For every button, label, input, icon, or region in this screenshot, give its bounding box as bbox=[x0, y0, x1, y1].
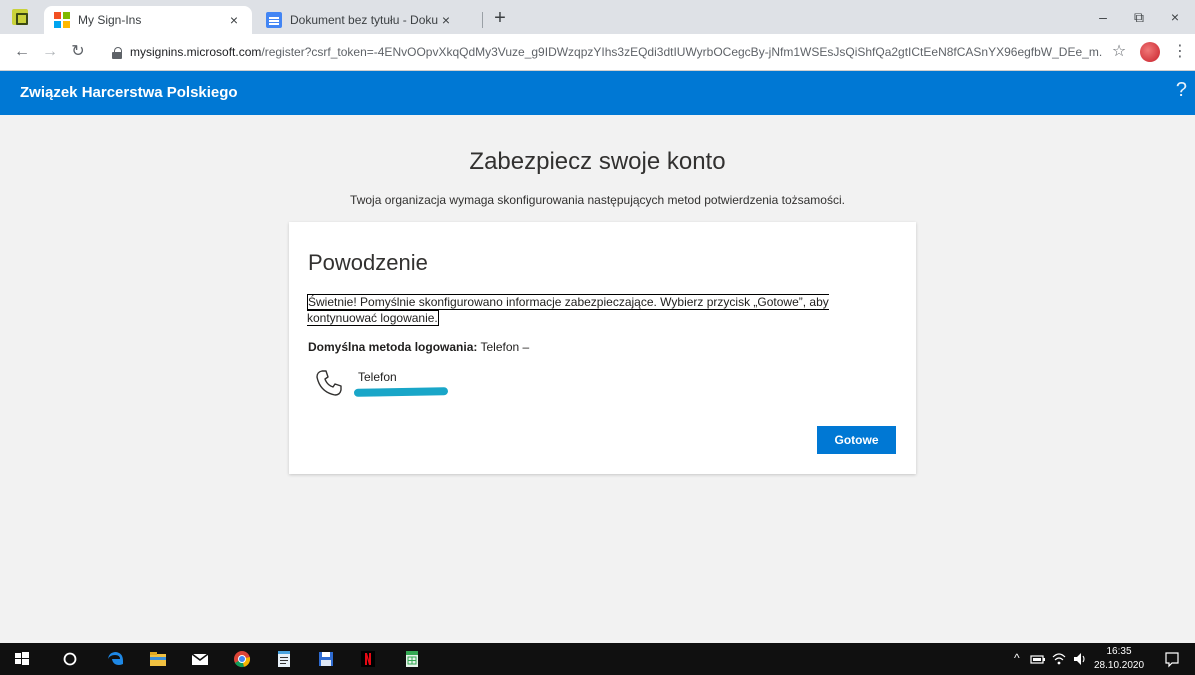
microsoft-logo-icon bbox=[54, 12, 70, 28]
save-disk-icon[interactable] bbox=[316, 649, 336, 669]
window-app-icon bbox=[12, 9, 28, 25]
page-subtitle: Twoja organizacja wymaga skonfigurowania… bbox=[350, 193, 845, 207]
chrome-icon[interactable] bbox=[232, 649, 252, 669]
edge-icon[interactable] bbox=[106, 649, 126, 669]
browser-toolbar: ← → ↻ mysignins.microsoft.com/register?c… bbox=[0, 34, 1195, 71]
volume-icon[interactable] bbox=[1072, 649, 1088, 669]
tab-close-icon[interactable]: × bbox=[438, 12, 454, 28]
file-explorer-icon[interactable] bbox=[148, 649, 168, 669]
netflix-icon[interactable] bbox=[358, 649, 378, 669]
default-method-label: Domyślna metoda logowania: bbox=[308, 340, 478, 354]
spreadsheet-icon[interactable] bbox=[402, 649, 422, 669]
close-window-button[interactable]: × bbox=[1152, 0, 1195, 34]
forward-arrow-icon[interactable]: → bbox=[40, 42, 60, 62]
page-title: Zabezpiecz swoje konto bbox=[469, 148, 726, 175]
card-title: Powodzenie bbox=[308, 250, 428, 275]
profile-avatar[interactable] bbox=[1140, 42, 1160, 62]
default-method: Domyślna metoda logowania: Telefon – bbox=[308, 340, 529, 354]
lock-icon bbox=[112, 46, 122, 59]
address-bar[interactable]: mysignins.microsoft.com/register?csrf_to… bbox=[112, 40, 1102, 65]
kebab-menu-icon[interactable]: ⋮ bbox=[1172, 42, 1188, 62]
windows-taskbar: ^ 16:35 28.10.2020 bbox=[0, 643, 1195, 675]
clock-date[interactable]: 28.10.2020 bbox=[1094, 660, 1144, 671]
method-phone: Telefon bbox=[314, 368, 614, 404]
bookmark-star-icon[interactable]: ☆ bbox=[1110, 43, 1128, 61]
url-host: mysignins.microsoft.com bbox=[130, 45, 262, 59]
tab-my-sign-ins[interactable]: My Sign-Ins × bbox=[44, 6, 252, 34]
phone-icon bbox=[316, 370, 342, 396]
back-arrow-icon[interactable]: ← bbox=[12, 42, 32, 62]
app-header: Związek Harcerstwa Polskiego ? bbox=[0, 71, 1195, 115]
cortana-search-icon[interactable] bbox=[60, 649, 80, 669]
reload-icon[interactable]: ↻ bbox=[68, 42, 88, 62]
windows-start-icon[interactable] bbox=[12, 649, 32, 669]
organization-name: Związek Harcerstwa Polskiego bbox=[20, 84, 238, 101]
action-center-icon[interactable] bbox=[1164, 649, 1180, 669]
tab-title: My Sign-Ins bbox=[78, 13, 142, 27]
tab-title: Dokument bez tytułu - Dokumen bbox=[290, 13, 438, 27]
wifi-icon[interactable] bbox=[1051, 649, 1067, 669]
browser-tabstrip: My Sign-Ins × Dokument bez tytułu - Doku… bbox=[0, 0, 1195, 34]
method-label: Telefon bbox=[358, 370, 397, 384]
clock-time[interactable]: 16:35 bbox=[1094, 646, 1144, 657]
notepad-icon[interactable] bbox=[274, 649, 294, 669]
tab-separator bbox=[482, 12, 483, 28]
redacted-phone-number bbox=[353, 387, 449, 397]
show-hidden-icons-icon[interactable]: ^ bbox=[1014, 651, 1020, 665]
url-path: /register?csrf_token=-4ENvOOpvXkqQdMy3Vu… bbox=[261, 45, 1102, 59]
help-icon[interactable]: ? bbox=[1176, 79, 1187, 102]
success-message: Świetnie! Pomyślnie skonfigurowano infor… bbox=[307, 294, 833, 326]
tab-close-icon[interactable]: × bbox=[226, 12, 242, 28]
google-docs-icon bbox=[266, 12, 282, 28]
battery-icon[interactable] bbox=[1030, 649, 1046, 669]
success-message-text: Świetnie! Pomyślnie skonfigurowano infor… bbox=[307, 294, 829, 326]
done-button[interactable]: Gotowe bbox=[817, 426, 896, 454]
new-tab-button[interactable]: + bbox=[489, 7, 511, 29]
tab-document[interactable]: Dokument bez tytułu - Dokumen × bbox=[256, 6, 464, 34]
success-card: Powodzenie Świetnie! Pomyślnie skonfigur… bbox=[289, 222, 916, 474]
default-method-value: Telefon – bbox=[480, 340, 530, 354]
mail-icon[interactable] bbox=[190, 649, 210, 669]
